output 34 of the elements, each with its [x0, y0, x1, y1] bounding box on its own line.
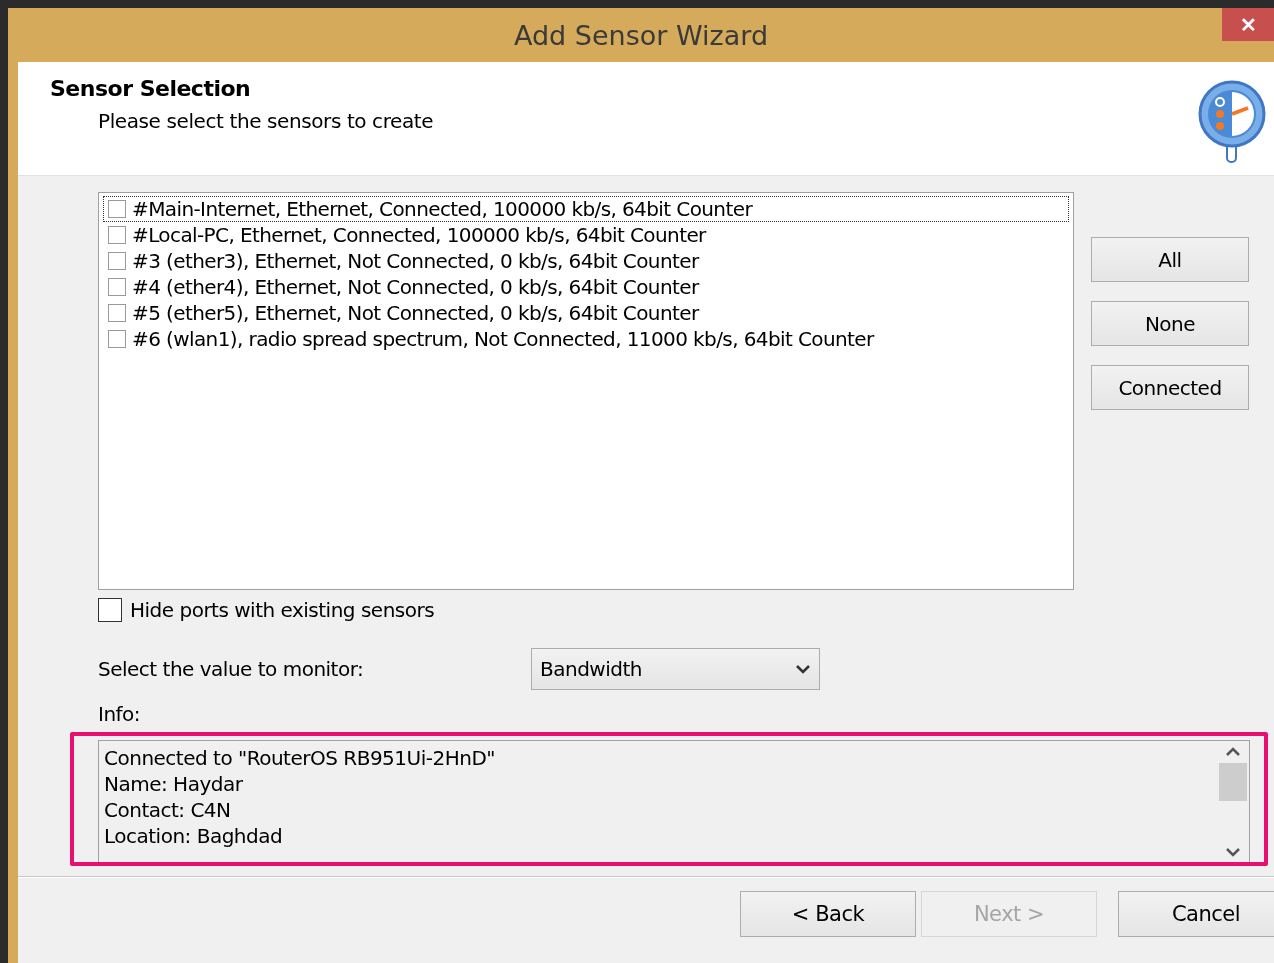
- sensor-item[interactable]: #3 (ether3), Ethernet, Not Connected, 0 kb/s, 64bit Counter: [132, 249, 699, 273]
- checkbox[interactable]: [108, 278, 126, 296]
- sensor-item[interactable]: #5 (ether5), Ethernet, Not Connected, 0 kb/s, 64bit Counter: [132, 301, 699, 325]
- close-button[interactable]: ✕: [1222, 8, 1274, 41]
- info-line: Name: Haydar: [104, 771, 244, 797]
- info-line: Connected to "RouterOS RB951Ui-2HnD": [104, 745, 496, 771]
- select-button[interactable]: None: [1091, 301, 1249, 346]
- scroll-down-icon[interactable]: [1225, 847, 1241, 857]
- window-title: Add Sensor Wizard: [513, 19, 769, 51]
- chevron-down-icon: [795, 664, 811, 674]
- section-subtitle: Please select the sensors to create: [98, 109, 434, 133]
- scrollbar-thumb[interactable]: [1219, 763, 1247, 801]
- checkbox[interactable]: [108, 226, 126, 244]
- sensor-item[interactable]: #6 (wlan1), radio spread spectrum, Not Connected, 11000 kb/s, 64bit Counter: [132, 327, 874, 351]
- checkbox[interactable]: [108, 252, 126, 270]
- select-button[interactable]: All: [1091, 237, 1249, 282]
- checkbox-label: Hide ports with existing sensors: [130, 598, 435, 622]
- info-line: Contact: C4N: [104, 797, 232, 823]
- wizard-button[interactable]: Cancel: [1118, 891, 1274, 937]
- sensor-item[interactable]: #Local-PC, Ethernet, Connected, 100000 kb/s, 64bit Counter: [132, 223, 706, 247]
- info-line: Location: Baghdad: [104, 823, 284, 849]
- checkbox[interactable]: [108, 330, 126, 348]
- wizard-button[interactable]: < Back: [740, 891, 916, 937]
- info-label: Info:: [98, 702, 142, 726]
- gauge-logo-icon: [1198, 80, 1266, 164]
- monitor-label: Select the value to monitor:: [98, 657, 365, 681]
- monitor-dropdown[interactable]: Bandwidth: [531, 648, 820, 690]
- section-title: Sensor Selection: [50, 76, 252, 101]
- select-button[interactable]: Connected: [1091, 365, 1249, 410]
- sensor-item[interactable]: #4 (ether4), Ethernet, Not Connected, 0 kb/s, 64bit Counter: [132, 275, 699, 299]
- checkbox[interactable]: [98, 598, 122, 622]
- checkbox[interactable]: [108, 304, 126, 322]
- checkbox[interactable]: [108, 200, 126, 218]
- scroll-up-icon[interactable]: [1225, 747, 1241, 757]
